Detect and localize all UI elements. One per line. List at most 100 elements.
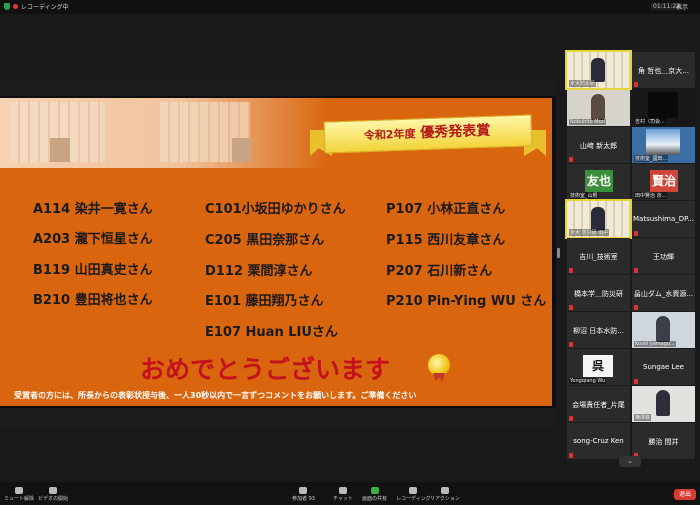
participant-tile[interactable]: Sungae Lee [632,349,695,385]
participant-tile[interactable]: 吉村（司会... [632,90,695,126]
participant-name: 横澤鉄 [634,414,652,421]
share-screen-button[interactable]: 画面の共有 [362,487,387,502]
participant-name: 会場責任者_片尾 [572,401,625,409]
muted-mic-icon [634,268,638,273]
participant-name: 京大 防災研 田中 [569,229,610,236]
person-silhouette [591,207,605,231]
record-dot-icon [13,4,18,9]
award-entry: D112 栗間淳さん [205,264,313,279]
participant-name: 勝治 間井 [648,438,679,446]
participants-button[interactable]: 参加者 93 [292,487,315,502]
mute-button[interactable]: ミュート解除 [4,487,34,502]
muted-mic-icon [569,268,573,273]
award-entry: E101 藤田翔乃さん [205,294,324,309]
participant-name: 技術室_國田... [634,155,669,162]
participants-count: 93 [308,496,315,502]
participant-name: Yongqiang Wu [569,378,607,384]
participant-tile[interactable]: 横澤鉄 [632,386,695,422]
shield-icon [4,3,10,10]
muted-microphone-icon [15,487,23,494]
participants-icon [299,487,308,494]
muted-mic-icon [569,305,573,310]
award-entry: A114 染井一寛さん [33,202,153,217]
start-video-button[interactable]: ビデオの開始 [38,487,68,502]
recording-label: レコーディング中 [21,4,69,11]
podium [232,138,252,162]
person-silhouette [591,58,605,82]
participant-tile[interactable]: 京大 防災研 田中 [565,199,632,239]
award-banner: 令和2年度 優秀発表賞 [306,110,550,162]
participant-avatar: 友也 [585,170,613,192]
participant-name: 京大防災研 [569,80,597,87]
award-entry: E107 Huan LIUさん [205,325,338,340]
participant-tile[interactable]: 技術室_國田... [632,127,695,163]
award-entry: P207 石川新さん [386,264,493,279]
congratulations-text: おめでとうございます [140,355,391,384]
share-label: 画面の共有 [362,496,388,502]
participant-tile[interactable]: Nobuhito Mori [567,90,630,126]
person-silhouette [591,94,605,120]
participant-tile[interactable]: 山﨑 新太郎 [567,127,630,163]
smiley-icon [440,487,449,494]
banner-year: 令和2年度 [363,127,416,143]
muted-mic-icon [569,157,573,162]
participant-tile[interactable]: 角 哲也＿京大... [632,52,695,88]
award-entry: P210 Pin-Ying WU さん [386,294,547,309]
participant-avatar: 賢治 [650,170,678,192]
muted-mic-icon [634,82,638,87]
participant-tile[interactable]: 京大防災研 [565,50,632,90]
participant-tile[interactable]: 会場責任者_片尾 [567,386,630,422]
muted-mic-icon [569,416,573,421]
record-button[interactable]: レコーディング [396,487,431,502]
participant-name: 畠山ダム_水資源... [633,290,694,298]
view-button[interactable]: 表示 [676,2,688,11]
award-entry: P115 西川友章さん [386,233,506,248]
mute-label: ミュート解除 [4,496,35,502]
venue-photo [0,98,330,168]
banner-title: 優秀発表賞 [420,122,491,142]
participant-tile[interactable]: 賢治 田中賢治 京... [632,164,695,200]
participant-name: song-Cruz Ken [573,437,624,445]
participant-name: 柳沼 日本水防... [573,327,624,335]
reactions-button[interactable]: リアクション [430,487,460,502]
muted-mic-icon [569,453,573,458]
person-silhouette [656,390,670,416]
gallery-scroll-down-button[interactable]: ⌄ [619,456,641,467]
participant-name: 田中賢治 京... [634,192,668,199]
participant-tile[interactable]: Matsushima_DP... [632,201,695,237]
participant-name: Kosei yamagu... [634,341,676,347]
participant-tile[interactable]: 畠山ダム_水資源... [632,275,695,311]
participant-tile[interactable]: 友也 技術室_山根 [567,164,630,200]
award-entry: A203 瀧下恒星さん [33,232,153,247]
participant-tile[interactable]: 呉 Yongqiang Wu [567,349,630,385]
video-label: ビデオの開始 [38,496,69,502]
participant-tile[interactable]: 勝治 間井 [632,423,695,459]
record-label: レコーディング [396,496,431,502]
participant-name: 橋本学＿防災研 [574,290,623,298]
award-entry: B210 豊田将也さん [33,293,153,308]
leave-button[interactable]: 退出 [674,489,696,500]
award-entry: C101小坂田ゆかりさん [205,202,346,217]
person-silhouette [656,316,670,342]
participant-name: Nobuhito Mori [569,119,607,125]
participant-video [648,92,678,118]
top-bar: レコーディング中 01:11:22 表示 [0,0,700,14]
recording-indicator[interactable]: レコーディング中 [4,2,69,11]
panel-resize-handle[interactable] [557,248,560,258]
presentation-slide: 令和2年度 優秀発表賞 A114 染井一寛さん A203 瀧下恒星さん B119… [0,98,552,406]
participant-tile[interactable]: 柳沼 日本水防... [567,312,630,348]
participant-name: 吉川_技術室 [579,253,618,261]
participant-tile[interactable]: 橋本学＿防災研 [567,275,630,311]
chat-icon [338,487,347,494]
video-off-icon [49,487,57,494]
participant-tile[interactable]: 王功輝 [632,238,695,274]
participants-label: 参加者 [292,496,308,502]
participant-tile[interactable]: song-Cruz Ken [567,423,630,459]
chat-button[interactable]: チャット [333,487,353,502]
participant-tile[interactable]: Kosei yamagu... [632,312,695,348]
award-entry: B119 山田真史さん [33,263,153,278]
participant-tile[interactable]: 吉川_技術室 [567,238,630,274]
muted-mic-icon [569,342,573,347]
share-screen-icon [370,487,379,494]
participant-name: 吉村（司会... [634,118,666,125]
